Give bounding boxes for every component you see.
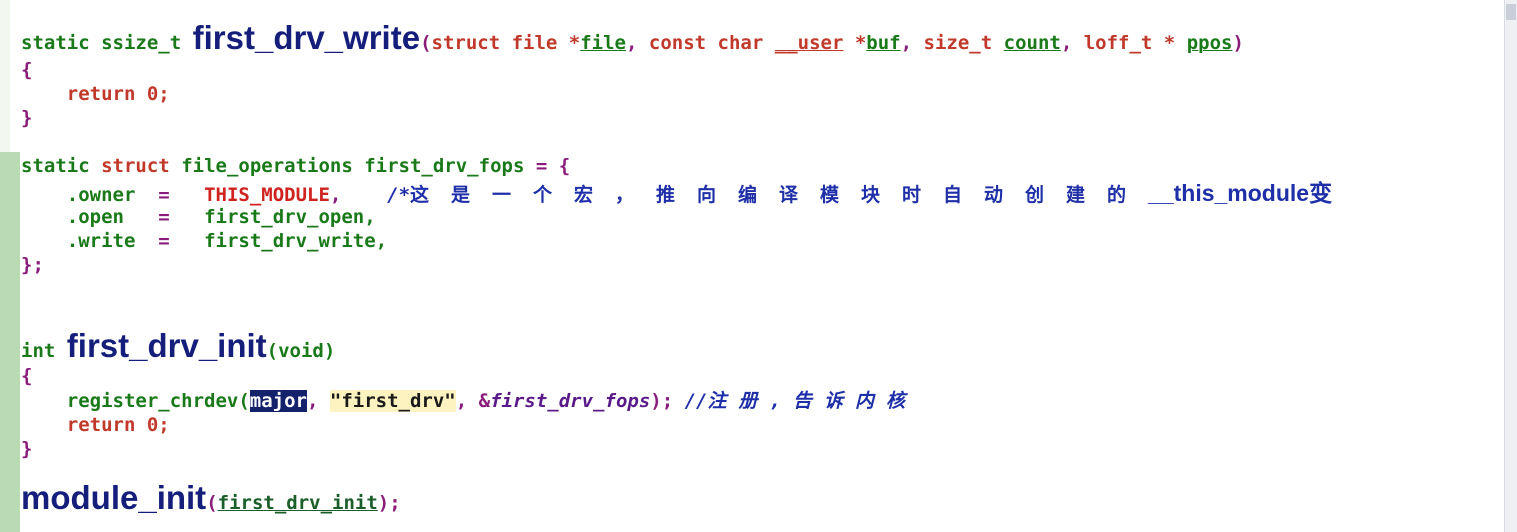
code-line-fops-decl: static struct file_operations first_drv_… [21,154,570,178]
arg-first-drv-fops: first_drv_fops [490,390,651,412]
param1-name: file [580,32,626,54]
param1-type: struct file * [431,32,581,54]
code-line-write-signature: static ssize_t first_drv_write(struct fi… [21,21,1244,55]
comma: , [329,184,342,206]
paren-open: ( [206,492,218,514]
call-register-chrdev: register_chrdev( [66,390,250,412]
arg-first-drv-init: first_drv_init [217,492,378,514]
macro-this-module: THIS_MODULE [204,184,330,206]
brace-open: { [21,59,33,81]
param4-type: loff_t * [1083,32,1176,54]
keyword-return: return [66,414,136,436]
field-open: .open [66,206,124,228]
macro-module-init: module_init [21,479,207,516]
param4-name: ppos [1186,32,1233,54]
open-handler-name: first_drv_open, [204,206,376,228]
editor-change-bar [0,152,20,532]
brace-close: } [21,107,33,129]
equals-sign: = [158,230,170,252]
assign-brace: = { [535,155,571,177]
keyword-static: static [21,32,90,54]
comma: , [900,32,913,54]
code-line-write: .write = first_drv_write, [21,229,387,253]
param2-name: buf [866,32,901,54]
comment-this-module-tail: __this_module变 [1148,180,1333,206]
scrollbar-thumb[interactable] [1506,4,1516,20]
code-line-return: return 0; [21,82,170,106]
comment-slash: // [684,390,708,412]
statement-end: ); [377,492,401,514]
paren-close: ) [1232,32,1244,54]
function-name-first-drv-init: first_drv_init [66,327,267,364]
brace-close: } [21,438,33,460]
code-line-return-init: return 0; [21,413,170,437]
param2-user: __user [774,32,844,54]
param3-type: size_t [923,32,993,54]
comment-chinese-macro: 这是一个宏，推向编译模块时自动创建的 [410,184,1149,206]
write-handler-name: first_drv_write, [204,230,388,252]
type-file-operations: file_operations [181,155,353,177]
selected-major[interactable]: major [249,390,307,412]
field-write: .write [66,230,136,252]
comma: , [455,390,468,412]
code-line-open: .open = first_drv_open, [21,205,376,229]
keyword-static: static [21,155,90,177]
code-line-register-chrdev: register_chrdev(major, "first_drv", &fir… [21,389,917,413]
function-name-first-drv-write: first_drv_write [192,19,421,56]
paren-open: ( [420,32,432,54]
brace-open: { [21,365,33,387]
equals-sign: = [158,184,170,206]
comma: , [307,390,319,412]
equals-sign: = [158,206,170,228]
init-params: (void) [266,340,336,362]
field-owner: .owner [66,184,136,206]
comment-chinese-register: 注册,告诉内核 [707,390,917,412]
keyword-ssize-t: ssize_t [101,32,182,54]
vertical-scrollbar[interactable] [1504,0,1517,532]
code-line-module-init: module_init(first_drv_init); [21,481,401,515]
code-line-init-signature: int first_drv_init(void) [21,329,336,363]
ampersand: & [478,390,491,412]
keyword-return: return [66,83,136,105]
fops-variable-name: first_drv_fops [364,155,525,177]
comma: , [626,32,638,54]
return-value: 0; [146,83,170,105]
call-end: ); [650,390,674,412]
param3-name: count [1003,32,1061,54]
keyword-int: int [21,340,56,362]
comma: , [1060,32,1073,54]
string-first-drv: "first_drv" [329,390,456,412]
comment-start: /* [387,184,411,206]
keyword-struct: struct [101,155,170,177]
param2-type: const char [648,32,764,54]
editor-gutter-top [0,0,10,152]
param2-star: * [854,32,867,54]
code-line-owner: .owner = THIS_MODULE, /*这是一个宏，推向编译模块时自动创… [21,181,1332,207]
struct-close: }; [21,254,44,276]
return-value: 0; [146,414,170,436]
